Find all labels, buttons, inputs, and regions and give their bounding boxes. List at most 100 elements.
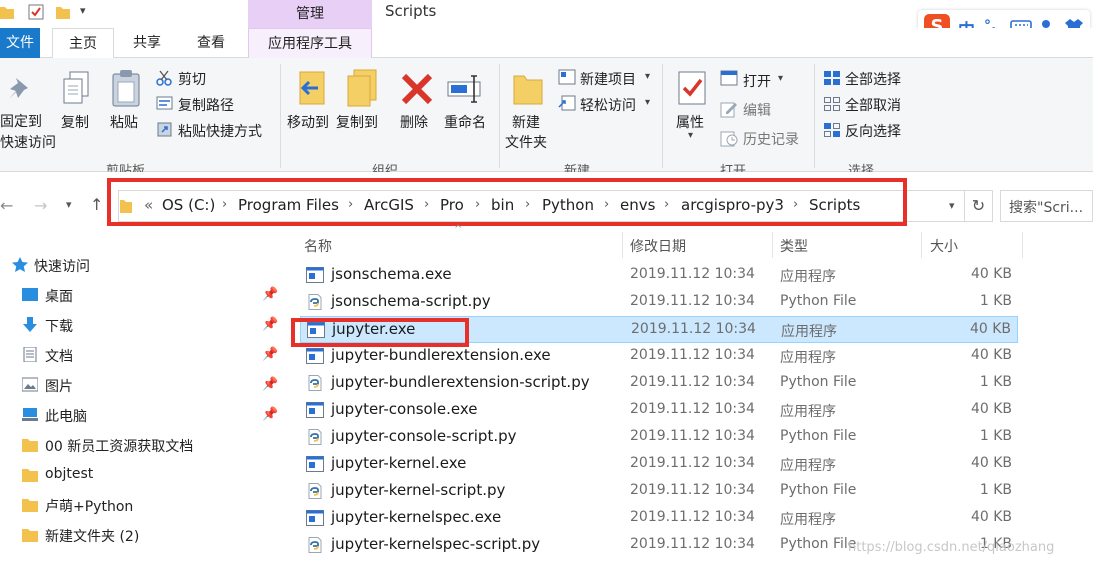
invert-selection-icon[interactable] xyxy=(823,122,841,138)
sidebar-item-quick-access[interactable]: 快速访问 xyxy=(0,250,290,280)
edit-icon[interactable] xyxy=(720,100,738,118)
open-button[interactable]: 打开 xyxy=(743,71,771,91)
cut-button[interactable]: 剪切 xyxy=(178,69,206,89)
file-type: 应用程序 xyxy=(780,269,836,285)
tab-share[interactable]: 共享 xyxy=(116,28,178,58)
tab-file[interactable]: 文件 xyxy=(0,28,40,58)
table-row[interactable]: jupyter-kernel.exe 2019.11.12 10:34 应用程序 40… xyxy=(300,451,1018,478)
copy-button[interactable]: 复制 xyxy=(61,112,89,132)
open-icon[interactable] xyxy=(720,70,738,86)
address-annotation-box xyxy=(107,178,907,226)
history-icon[interactable] xyxy=(720,129,738,147)
copy-path-icon[interactable] xyxy=(156,96,173,110)
address-history-dropdown-icon[interactable]: ▾ xyxy=(949,199,955,212)
pin-icon[interactable]: 📌 xyxy=(262,317,278,332)
delete-button[interactable]: 删除 xyxy=(400,112,428,132)
column-header-date[interactable]: 修改日期 xyxy=(630,236,686,256)
new-item-dropdown-icon[interactable]: ▾ xyxy=(645,71,650,82)
sidebar-item-folder[interactable]: 卢萌+Python xyxy=(0,490,290,520)
sidebar-item-downloads[interactable]: 下载 📌 xyxy=(0,310,290,340)
sidebar-item-pictures[interactable]: 图片 📌 xyxy=(0,370,290,400)
python-file-icon xyxy=(308,375,322,391)
new-item-button[interactable]: 新建项目 xyxy=(580,69,636,89)
properties-check-icon[interactable] xyxy=(28,4,44,20)
select-all-button[interactable]: 全部选择 xyxy=(845,69,901,89)
paste-button[interactable]: 粘贴 xyxy=(110,112,138,132)
forward-icon[interactable]: → xyxy=(34,196,47,215)
table-row[interactable]: jupyter-bundlerextension-script.py 2019.1… xyxy=(300,370,1018,397)
pin-icon[interactable]: 📌 xyxy=(262,407,278,422)
sidebar-item-desktop[interactable]: 桌面 📌 xyxy=(0,280,290,310)
sidebar-item-folder[interactable]: objtest xyxy=(0,460,290,490)
cut-icon[interactable] xyxy=(156,70,172,86)
new-folder-label-2[interactable]: 文件夹 xyxy=(505,132,547,152)
quick-access-dropdown-icon[interactable]: ▾ xyxy=(80,4,86,17)
invert-selection-button[interactable]: 反向选择 xyxy=(845,121,901,141)
new-item-icon[interactable] xyxy=(558,69,576,85)
move-to-button[interactable]: 移动到 xyxy=(287,112,329,132)
rename-icon[interactable] xyxy=(446,72,486,106)
easy-access-dropdown-icon[interactable]: ▾ xyxy=(645,97,650,108)
folder-icon[interactable] xyxy=(0,4,14,20)
back-icon[interactable]: ← xyxy=(0,196,13,215)
select-none-icon[interactable] xyxy=(823,96,841,112)
table-row[interactable]: jsonschema-script.py 2019.11.12 10:34 Pyth… xyxy=(300,289,1018,316)
tab-app-tools[interactable]: 应用程序工具 xyxy=(248,28,372,58)
table-row[interactable]: jupyter-kernelspec.exe 2019.11.12 10:34 应用… xyxy=(300,505,1018,532)
copy-path-button[interactable]: 复制路径 xyxy=(178,95,234,115)
refresh-icon[interactable]: ↻ xyxy=(965,190,993,222)
watermark-text: https://blog.csdn.net/qiaozhang xyxy=(848,540,1055,555)
recent-locations-icon[interactable]: ▾ xyxy=(66,198,72,211)
easy-access-button[interactable]: 轻松访问 xyxy=(580,95,636,115)
column-header-name[interactable]: 名称 xyxy=(304,236,332,256)
pin-icon[interactable]: 📌 xyxy=(262,287,278,302)
move-to-icon[interactable] xyxy=(294,68,330,108)
desktop-icon xyxy=(22,288,38,301)
paste-shortcut-button[interactable]: 粘贴快捷方式 xyxy=(178,121,262,141)
sidebar-item-folder[interactable]: 新建文件夹 (2) xyxy=(0,520,290,550)
select-none-button[interactable]: 全部取消 xyxy=(845,95,901,115)
new-folder-label-1[interactable]: 新建 xyxy=(512,112,540,132)
file-type: 应用程序 xyxy=(780,458,836,474)
select-all-icon[interactable] xyxy=(823,70,841,86)
pin-quick-access-label-2[interactable]: 快速访问 xyxy=(0,132,56,152)
pin-icon[interactable] xyxy=(6,74,34,104)
column-header-size[interactable]: 大小 xyxy=(930,236,958,256)
up-icon[interactable]: ↑ xyxy=(90,195,103,214)
file-type: Python File xyxy=(780,374,857,390)
sidebar-item-folder[interactable]: 00 新员工资源获取文档 xyxy=(0,430,290,460)
new-folder-large-icon[interactable] xyxy=(512,68,544,106)
picture-icon xyxy=(22,377,38,392)
copy-to-icon[interactable] xyxy=(344,68,380,108)
history-button[interactable]: 历史记录 xyxy=(743,129,799,149)
properties-icon[interactable] xyxy=(676,70,708,106)
tab-home[interactable]: 主页 xyxy=(52,28,114,59)
pin-icon[interactable]: 📌 xyxy=(262,347,278,362)
new-folder-icon[interactable] xyxy=(56,4,70,20)
delete-icon[interactable] xyxy=(400,72,434,106)
table-row[interactable]: jsonschema.exe 2019.11.12 10:34 应用程序 40 KB xyxy=(300,262,1018,289)
search-input[interactable]: 搜索"Scri... xyxy=(1000,190,1093,222)
folder-icon xyxy=(22,529,38,542)
tab-view[interactable]: 查看 xyxy=(180,28,242,58)
table-row[interactable]: jupyter-kernel-script.py 2019.11.12 10:34… xyxy=(300,478,1018,505)
table-row[interactable]: jupyter-console.exe 2019.11.12 10:34 应用程序 4… xyxy=(300,397,1018,424)
edit-button[interactable]: 编辑 xyxy=(743,100,771,120)
column-header-type[interactable]: 类型 xyxy=(780,236,808,256)
easy-access-icon[interactable] xyxy=(558,95,576,111)
pin-quick-access-label-1[interactable]: 固定到 xyxy=(0,111,42,131)
open-dropdown-icon[interactable]: ▾ xyxy=(778,73,783,84)
table-row[interactable]: jupyter-console-script.py 2019.11.12 10:3… xyxy=(300,424,1018,451)
rename-button[interactable]: 重命名 xyxy=(444,112,486,132)
table-row[interactable]: jupyter-bundlerextension.exe 2019.11.12 1… xyxy=(300,343,1018,370)
sidebar-item-this-pc[interactable]: 此电脑 📌 xyxy=(0,400,290,430)
pin-icon[interactable]: 📌 xyxy=(262,377,278,392)
properties-dropdown-icon[interactable]: ▾ xyxy=(688,130,693,141)
manage-context-tab[interactable]: 管理 xyxy=(248,0,372,28)
paste-shortcut-icon[interactable] xyxy=(156,121,173,137)
properties-button[interactable]: 属性 xyxy=(676,112,704,132)
copy-to-button[interactable]: 复制到 xyxy=(336,112,378,132)
paste-icon[interactable] xyxy=(110,68,142,108)
copy-icon[interactable] xyxy=(60,70,92,106)
sidebar-item-documents[interactable]: 文档 📌 xyxy=(0,340,290,370)
